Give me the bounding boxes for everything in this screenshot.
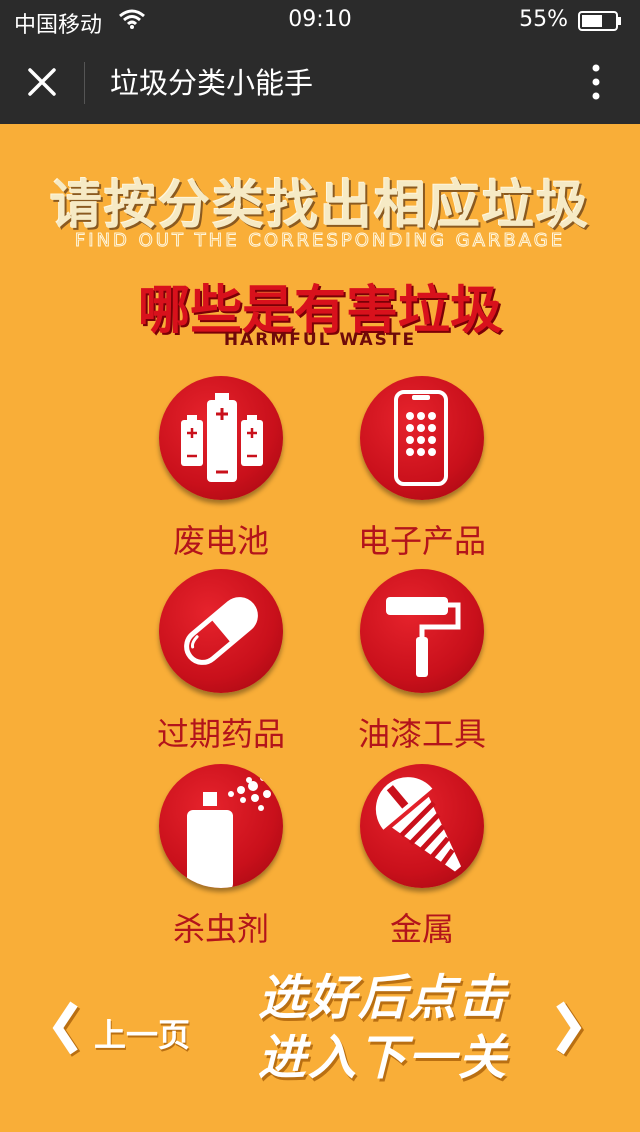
page-title: 垃圾分类小能手: [110, 66, 314, 100]
chevron-right-icon[interactable]: [552, 998, 586, 1058]
nav-bar: 垃圾分类小能手: [0, 40, 640, 124]
nav-divider: [84, 62, 85, 104]
item-label: 杀虫剂: [172, 910, 269, 948]
item-circle: [159, 376, 283, 500]
battery-status-icon: [578, 11, 621, 31]
item-label: 废电池: [172, 522, 269, 560]
item-label: 电子产品: [357, 522, 486, 560]
item-circle: [159, 569, 283, 693]
item-electronics[interactable]: 电子产品: [322, 376, 522, 562]
close-icon[interactable]: [22, 62, 62, 102]
pill-icon: [184, 597, 258, 665]
main-heading: 请按分类找出相应垃圾: [49, 176, 590, 236]
item-circle: [360, 764, 484, 888]
bottom-navigation: 上一页 选好后点击 进入下一关: [0, 960, 640, 1100]
item-waste-battery[interactable]: 废电池: [121, 376, 321, 562]
item-label: 油漆工具: [357, 715, 486, 753]
item-expired-medicine[interactable]: 过期药品: [121, 569, 321, 755]
item-metal[interactable]: 金属: [322, 764, 522, 950]
item-insecticide[interactable]: 杀虫剂: [121, 764, 321, 950]
battery-percentage: 55%: [519, 7, 568, 32]
main-heading-english: FIND OUT THE CORRESPONDING GARBAGE: [74, 230, 566, 252]
item-circle: [159, 764, 283, 888]
paint-roller-icon: [386, 597, 461, 677]
item-paint-tools[interactable]: 油漆工具: [322, 569, 522, 755]
battery-icon: [181, 393, 263, 482]
item-label: 金属: [389, 910, 454, 948]
cta-line-2: 进入下一关: [258, 1030, 509, 1086]
screw-icon: [375, 777, 462, 872]
item-circle: [360, 569, 484, 693]
item-circle: [360, 376, 484, 500]
chevron-left-icon: [52, 1001, 81, 1057]
category-heading-english: HARMFUL WASTE: [223, 330, 417, 350]
next-level-button[interactable]: 选好后点击 进入下一关: [258, 968, 548, 1088]
cta-line-1: 选好后点击: [258, 970, 509, 1026]
spray-can-icon: [187, 775, 271, 888]
more-options-icon[interactable]: [590, 62, 602, 102]
phone-icon: [394, 390, 448, 486]
item-label: 过期药品: [156, 715, 285, 753]
status-bar: 中国移动 09:10 55%: [0, 0, 640, 40]
previous-page-label: 上一页: [94, 1016, 191, 1054]
